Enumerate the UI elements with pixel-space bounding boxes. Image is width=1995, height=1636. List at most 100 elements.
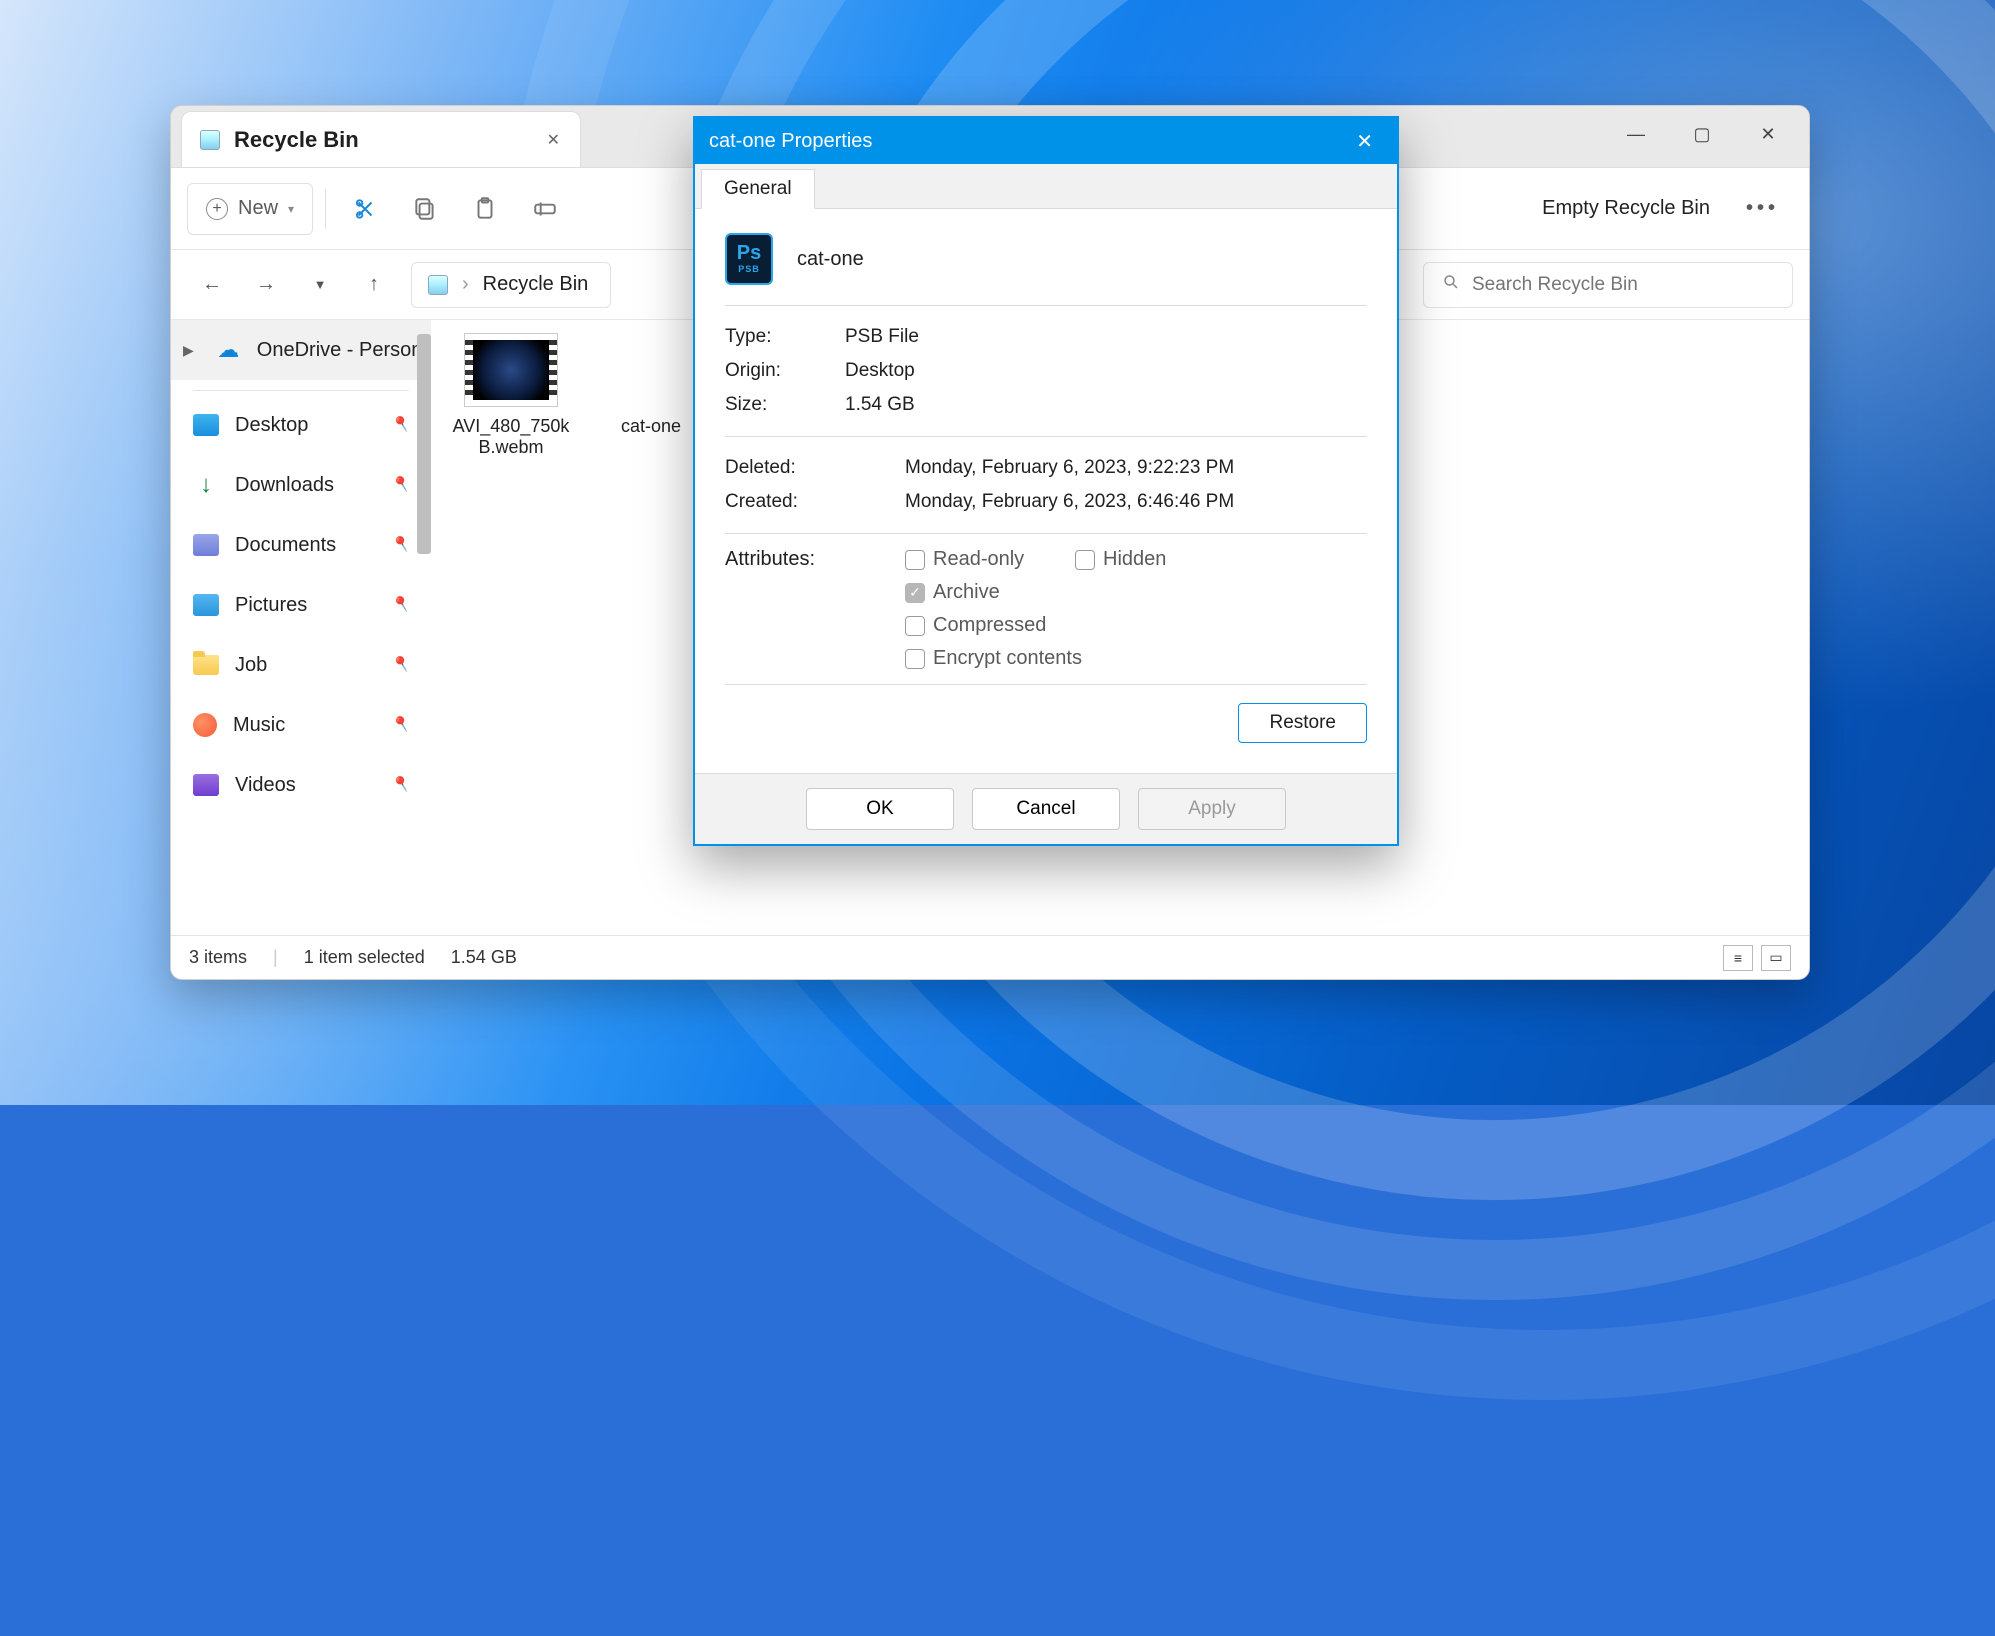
breadcrumb-separator: ›: [462, 273, 469, 296]
pin-icon: 📍: [389, 471, 416, 498]
copy-icon: [412, 196, 438, 222]
checkbox-hidden[interactable]: Hidden: [1075, 548, 1245, 571]
attributes-label: Attributes:: [725, 548, 905, 571]
dialog-tabbar: General: [695, 164, 1397, 209]
recycle-bin-icon: [428, 275, 448, 295]
sidebar-item-label: Downloads: [235, 474, 334, 497]
new-label: New: [238, 197, 278, 220]
file-name-label: AVI_480_750kB.webm: [451, 416, 571, 458]
recycle-bin-icon: [200, 130, 220, 150]
breadcrumb-label: Recycle Bin: [483, 273, 589, 296]
sidebar-item-job[interactable]: Job 📍: [171, 635, 431, 695]
tab-close-icon[interactable]: ✕: [541, 124, 566, 156]
maximize-button[interactable]: ▢: [1669, 112, 1735, 156]
ok-button[interactable]: OK: [806, 788, 954, 830]
tab-general[interactable]: General: [701, 169, 815, 209]
pin-icon: 📍: [389, 651, 416, 678]
view-icons-button[interactable]: ▭: [1761, 945, 1791, 971]
pin-icon: 📍: [389, 411, 416, 438]
type-value: PSB File: [845, 326, 919, 348]
tab-title: Recycle Bin: [234, 127, 359, 153]
music-icon: [193, 713, 217, 737]
sidebar-item-label: Music: [233, 714, 285, 737]
type-label: Type:: [725, 326, 845, 348]
sidebar-item-label: Desktop: [235, 414, 308, 437]
nav-up-button[interactable]: ↑: [349, 260, 399, 310]
restore-button[interactable]: Restore: [1238, 703, 1367, 743]
paste-button[interactable]: [458, 183, 512, 235]
status-selected: 1 item selected: [304, 947, 425, 968]
file-item-video[interactable]: AVI_480_750kB.webm: [451, 334, 571, 458]
properties-dialog: cat-one Properties ✕ General Ps PSB cat-…: [693, 116, 1399, 846]
dialog-title: cat-one Properties: [709, 130, 872, 153]
sidebar-item-downloads[interactable]: ↓ Downloads 📍: [171, 455, 431, 515]
checkbox-archive[interactable]: ✓Archive: [905, 581, 1075, 604]
nav-recent-button[interactable]: ▼: [295, 260, 345, 310]
sidebar-item-label: Videos: [235, 774, 296, 797]
onedrive-icon: ☁: [216, 339, 241, 361]
ps-label: Ps: [737, 243, 761, 263]
empty-recycle-bin-button[interactable]: Empty Recycle Bin: [1528, 183, 1724, 235]
new-button[interactable]: + New ▾: [187, 183, 313, 235]
pin-icon: 📍: [389, 771, 416, 798]
status-item-count: 3 items: [189, 947, 247, 968]
more-button[interactable]: •••: [1732, 183, 1793, 235]
dialog-titlebar[interactable]: cat-one Properties ✕: [695, 118, 1397, 164]
search-input[interactable]: [1472, 274, 1774, 296]
search-icon: [1442, 273, 1460, 297]
more-icon: •••: [1746, 197, 1779, 220]
sidebar-item-onedrive[interactable]: ▶ ☁ OneDrive - Personal: [171, 320, 431, 380]
sidebar-item-desktop[interactable]: Desktop 📍: [171, 395, 431, 455]
checkbox-readonly[interactable]: Read-only: [905, 548, 1075, 571]
sidebar-item-videos[interactable]: Videos 📍: [171, 755, 431, 815]
chevron-right-icon: ▶: [183, 342, 194, 359]
videos-icon: [193, 774, 219, 796]
created-value: Monday, February 6, 2023, 6:46:46 PM: [905, 491, 1234, 513]
apply-button[interactable]: Apply: [1138, 788, 1286, 830]
rename-button[interactable]: [518, 183, 572, 235]
close-button[interactable]: ✕: [1735, 112, 1801, 156]
window-controls: — ▢ ✕: [1603, 106, 1801, 162]
status-size: 1.54 GB: [451, 947, 517, 968]
tab-recycle-bin[interactable]: Recycle Bin ✕: [181, 111, 581, 167]
nav-forward-button[interactable]: →: [241, 260, 291, 310]
file-name: cat-one: [797, 248, 864, 271]
scissors-icon: [352, 196, 378, 222]
sidebar-item-label: OneDrive - Personal: [257, 339, 431, 362]
sidebar-item-label: Job: [235, 654, 267, 677]
size-label: Size:: [725, 394, 845, 416]
checkbox-encrypt[interactable]: Encrypt contents: [905, 647, 1245, 670]
sidebar-item-music[interactable]: Music 📍: [171, 695, 431, 755]
psb-label: PSB: [738, 263, 760, 276]
view-details-button[interactable]: ≡: [1723, 945, 1753, 971]
cut-button[interactable]: [338, 183, 392, 235]
search-box[interactable]: [1423, 262, 1793, 308]
navigation-pane: ▶ ☁ OneDrive - Personal Desktop 📍 ↓ Down…: [171, 320, 431, 935]
pin-icon: 📍: [389, 591, 416, 618]
minimize-button[interactable]: —: [1603, 112, 1669, 156]
size-value: 1.54 GB: [845, 394, 915, 416]
sidebar-item-label: Pictures: [235, 594, 307, 617]
status-bar: 3 items | 1 item selected 1.54 GB ≡ ▭: [171, 935, 1809, 979]
sidebar-scrollbar[interactable]: [417, 334, 431, 554]
pin-icon: 📍: [389, 531, 416, 558]
created-label: Created:: [725, 491, 905, 513]
copy-button[interactable]: [398, 183, 452, 235]
nav-back-button[interactable]: ←: [187, 260, 237, 310]
psb-file-icon: Ps PSB: [725, 233, 773, 285]
pictures-icon: [193, 594, 219, 616]
folder-icon: [193, 655, 219, 675]
sidebar-item-documents[interactable]: Documents 📍: [171, 515, 431, 575]
breadcrumb[interactable]: › Recycle Bin: [411, 262, 611, 308]
sidebar-item-label: Documents: [235, 534, 336, 557]
checkbox-compressed[interactable]: Compressed: [905, 614, 1075, 637]
dialog-footer: OK Cancel Apply: [695, 773, 1397, 844]
downloads-icon: ↓: [193, 474, 219, 496]
empty-recycle-bin-label: Empty Recycle Bin: [1542, 197, 1710, 220]
sidebar-item-pictures[interactable]: Pictures 📍: [171, 575, 431, 635]
cancel-button[interactable]: Cancel: [972, 788, 1120, 830]
origin-label: Origin:: [725, 360, 845, 382]
dialog-close-button[interactable]: ✕: [1346, 123, 1383, 160]
pin-icon: 📍: [389, 711, 416, 738]
desktop-icon: [193, 414, 219, 436]
